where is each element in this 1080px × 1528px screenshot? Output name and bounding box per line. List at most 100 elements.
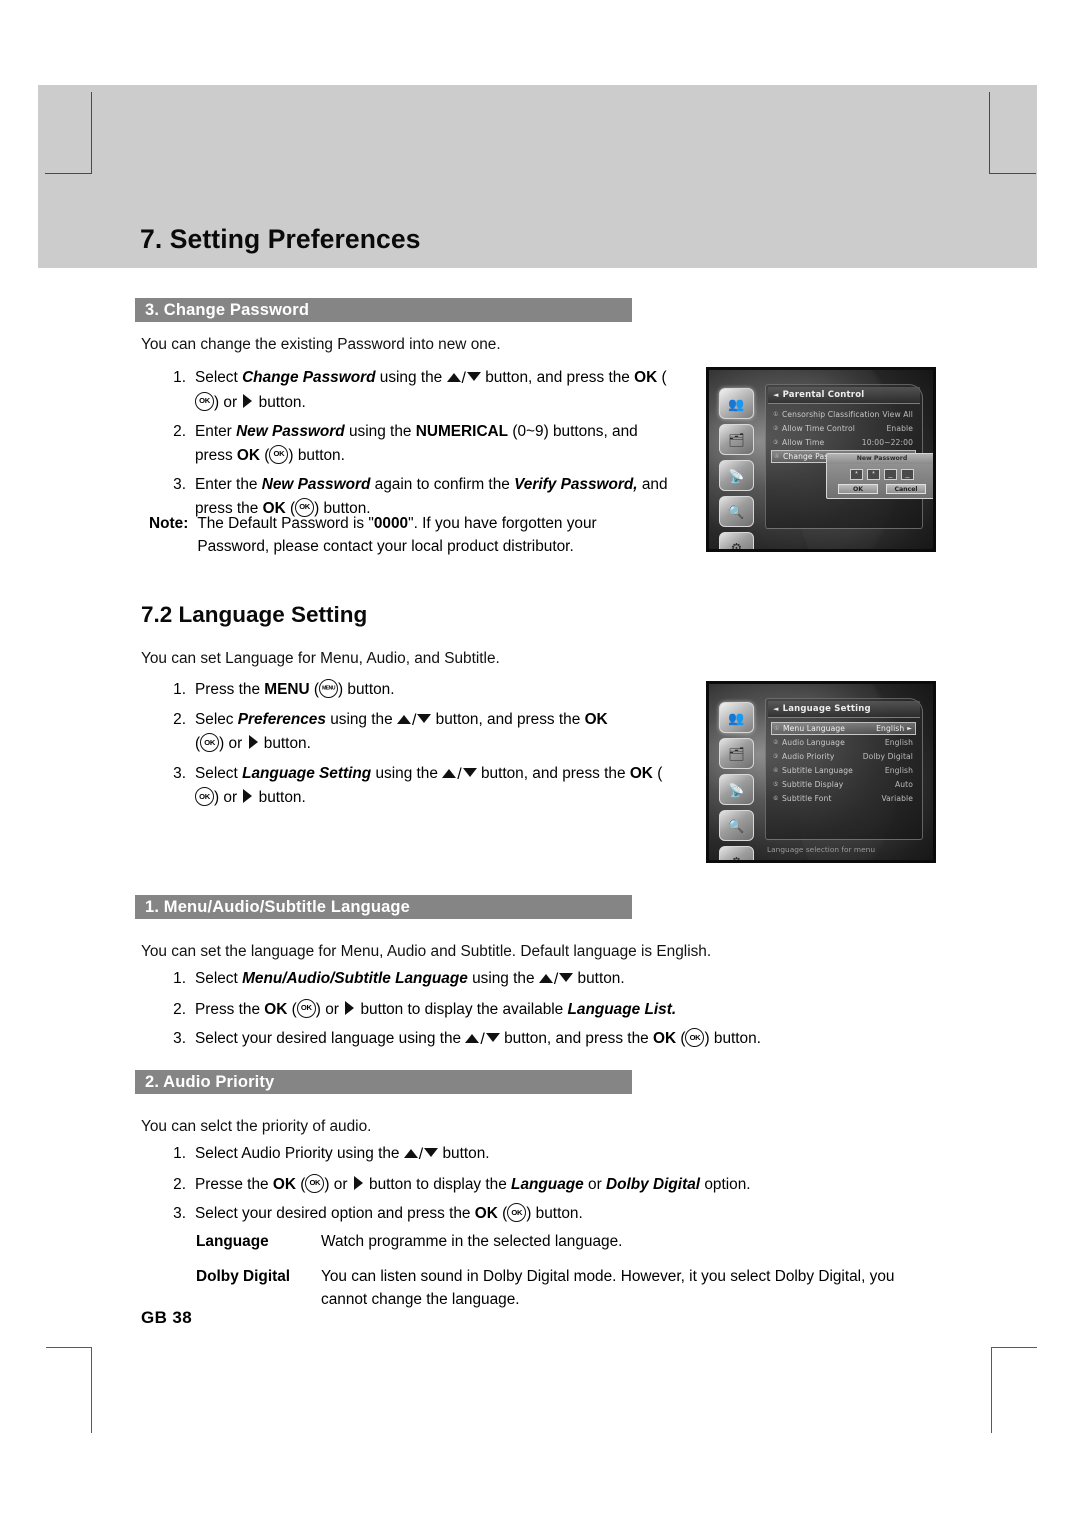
ok-label: OK xyxy=(474,1205,498,1222)
default-password-value: 0000 xyxy=(373,515,409,532)
tv-panel-title: ◄ Language Setting xyxy=(768,701,920,718)
definition-description: Watch programme in the selected language… xyxy=(321,1233,623,1250)
password-digit[interactable]: _ xyxy=(901,469,914,480)
tv-menu-row[interactable]: ② Allow Time Control Enable xyxy=(771,422,916,435)
row-number: ⑤ xyxy=(773,781,779,788)
list-item: 2. Selec Preferences using the / button,… xyxy=(165,708,675,756)
note-label: Note: xyxy=(149,515,189,532)
step-text-part: Select xyxy=(195,369,243,386)
step-text-part: using the xyxy=(467,970,539,987)
list-text: Select your desired language using the /… xyxy=(195,1027,955,1052)
row-value: Enable xyxy=(886,424,913,433)
row-label: Menu Language xyxy=(783,724,846,733)
ok-label: OK xyxy=(634,369,658,386)
step-text-part: using the xyxy=(375,369,447,386)
tv-menu-row[interactable]: ② Audio Language English xyxy=(771,736,916,749)
step-text-part: button, and press the xyxy=(476,764,630,782)
row-number: ⑥ xyxy=(773,795,779,802)
dialog-ok-button[interactable]: OK xyxy=(838,484,878,494)
row-label: Subtitle Display xyxy=(782,780,844,789)
back-arrow-icon[interactable]: ◄ xyxy=(773,391,779,399)
step-text-part: ) or xyxy=(219,735,247,752)
channel-search-icon[interactable]: 🔍 xyxy=(719,810,754,841)
ok-button-icon xyxy=(305,1173,325,1193)
system-icon[interactable]: ⚙ xyxy=(719,846,754,860)
menu-audio-subtitle-intro: You can set the language for Menu, Audio… xyxy=(141,943,712,960)
step-text-part: button. xyxy=(573,970,625,987)
list-text: Select Menu/Audio/Subtitle Language usin… xyxy=(195,967,955,992)
list-item: 3. Select your desired language using th… xyxy=(165,1027,955,1052)
step-text-part: using the xyxy=(371,764,443,782)
definition-language: Language Watch programme in the selected… xyxy=(196,1230,936,1253)
section-bar-label: 2. Audio Priority xyxy=(145,1072,275,1091)
row-label: Subtitle Language xyxy=(782,766,853,775)
ok-label: OK xyxy=(272,1175,296,1193)
tv-menu-row[interactable]: ④ Subtitle Language English xyxy=(771,764,916,777)
step-text-part: button, and press the xyxy=(480,369,635,386)
ok-button-icon xyxy=(200,733,220,752)
step-text-part: Enter xyxy=(195,423,237,440)
tv-menu-row[interactable]: ⑤ Subtitle Display Auto xyxy=(771,778,916,791)
list-item: 3. Select Language Setting using the / b… xyxy=(165,762,675,810)
menu-label: MENU xyxy=(264,681,310,698)
row-number: ④ xyxy=(774,453,780,460)
step-text-part: ) button. xyxy=(338,681,395,698)
up-down-arrow-icon: / xyxy=(442,763,477,787)
section-bar-audio-priority: 2. Audio Priority xyxy=(135,1070,632,1094)
language-setting-intro: You can set Language for Menu, Audio, an… xyxy=(141,650,500,667)
section-bar-menu-audio-subtitle: 1. Menu/Audio/Subtitle Language xyxy=(135,895,632,919)
parental-control-icon[interactable]: 👥 xyxy=(719,388,754,419)
step-text-part: button, and press the xyxy=(499,1030,653,1047)
channel-search-icon[interactable]: 🔍 xyxy=(719,496,754,527)
step-text-part: button. xyxy=(438,1145,490,1162)
password-digit[interactable]: * xyxy=(867,469,880,480)
password-digit[interactable]: * xyxy=(850,469,863,480)
password-digit[interactable]: _ xyxy=(884,469,897,480)
tv-menu-row[interactable]: ③ Audio Priority Dolby Digital xyxy=(771,750,916,763)
parental-control-icon[interactable]: 👥 xyxy=(719,702,754,733)
right-arrow-icon xyxy=(353,1175,363,1190)
step-text-part: Selec xyxy=(195,710,238,728)
ok-button-icon xyxy=(685,1028,705,1047)
crop-mark-top-left xyxy=(45,92,92,174)
step-text-part: ) or xyxy=(324,1175,352,1193)
list-number: 2. xyxy=(173,1000,186,1018)
antenna-icon[interactable]: 📡 xyxy=(719,774,754,805)
list-item: 1. Select Menu/Audio/Subtitle Language u… xyxy=(165,967,955,992)
list-item: 2. Press the OK () or button to display … xyxy=(165,998,955,1022)
installation-icon[interactable]: 🗂 xyxy=(719,738,754,769)
step-text-part: button to display the available xyxy=(356,1000,568,1018)
step-emphasis: Preferences xyxy=(237,710,326,728)
tv-menu-row[interactable]: ⑥ Subtitle Font Variable xyxy=(771,792,916,805)
definition-dolby-digital: Dolby Digital You can listen sound in Do… xyxy=(196,1265,936,1311)
change-password-note: Note: The Default Password is "0000". If… xyxy=(149,512,664,558)
ok-button-icon xyxy=(507,1203,527,1222)
step-text-part: ) or xyxy=(214,393,242,411)
row-value: Auto xyxy=(894,780,913,789)
step-text-part: or xyxy=(583,1175,606,1193)
tv-menu-row[interactable]: ③ Allow Time 10:00~22:00 xyxy=(771,436,916,449)
antenna-icon[interactable]: 📡 xyxy=(719,460,754,491)
up-down-arrow-icon: / xyxy=(396,709,432,733)
step-text-part: ) or xyxy=(315,1000,344,1018)
password-digit-boxes: * * _ _ xyxy=(827,469,933,480)
step-text-part: ) button. xyxy=(288,446,345,464)
tv-panel-title: ◄ Parental Control xyxy=(768,387,920,404)
row-value: 10:00~22:00 xyxy=(861,438,913,447)
installation-icon[interactable]: 🗂 xyxy=(719,424,754,455)
step-text-part: Select xyxy=(195,970,243,987)
row-number: ① xyxy=(773,411,779,418)
row-value: Variable xyxy=(881,794,913,803)
menu-audio-subtitle-steps: 1. Select Menu/Audio/Subtitle Language u… xyxy=(165,967,955,1058)
row-number: ④ xyxy=(773,767,779,774)
system-icon[interactable]: ⚙ xyxy=(719,532,754,549)
dialog-cancel-button[interactable]: Cancel xyxy=(886,484,926,494)
list-text: Presse the OK () or button to display th… xyxy=(195,1173,955,1197)
chevron-right-icon: ► xyxy=(907,725,912,732)
tv-menu-row[interactable]: ① Menu Language English ► xyxy=(771,722,916,735)
back-arrow-icon[interactable]: ◄ xyxy=(773,705,779,713)
tv-menu-row[interactable]: ① Censorship Classification View All xyxy=(771,408,916,421)
step-text-part: button to display the xyxy=(364,1175,512,1193)
tv-panel-title-label: Language Setting xyxy=(782,704,871,714)
definition-description: You can listen sound in Dolby Digital mo… xyxy=(321,1268,895,1308)
